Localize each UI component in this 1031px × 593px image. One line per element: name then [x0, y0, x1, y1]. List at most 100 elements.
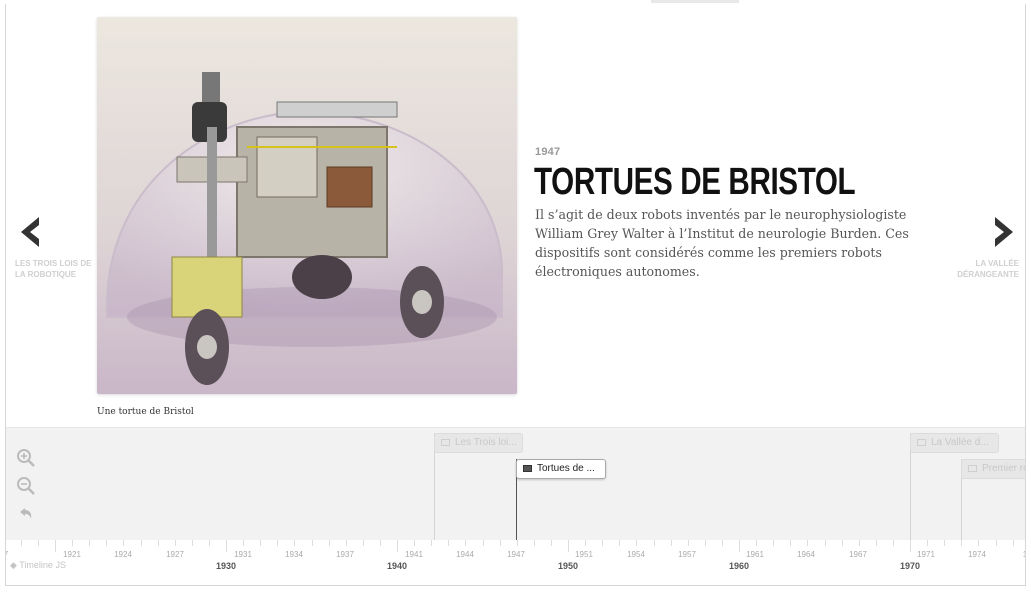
axis-tick [1012, 540, 1014, 546]
slide-caption: Une tortue de Bristol [97, 407, 194, 417]
axis-minor-label: 1954 [627, 550, 645, 559]
axis-minor-label: 1971 [917, 550, 935, 559]
axis-tick [140, 540, 142, 546]
axis-tick [721, 540, 723, 546]
axis-tick [858, 540, 860, 546]
axis-tick [961, 540, 963, 546]
axis-tick [20, 540, 22, 546]
slide-title: TORTUES DE BRISTOL [534, 161, 856, 203]
nav-next-label-line1: LA VALLÉE [975, 259, 1019, 268]
zoom-in-icon [17, 449, 35, 467]
axis-tick [653, 540, 655, 546]
axis-tick [208, 540, 210, 546]
axis-tick [790, 540, 792, 546]
axis-tick [516, 540, 518, 546]
axis-tick [55, 540, 56, 552]
zoom-in-button[interactable] [16, 448, 36, 468]
axis-tick [807, 540, 809, 546]
axis-tick [704, 540, 706, 546]
axis-tick [550, 540, 552, 546]
axis-major-label: 1930 [215, 561, 237, 571]
axis-tick [157, 540, 159, 546]
marker-flag-trois-lois[interactable]: Les Trois loi... [434, 433, 523, 453]
axis-tick [226, 540, 227, 552]
axis-minor-label: 1921 [63, 550, 81, 559]
axis-minor-label: 1974 [968, 550, 986, 559]
timeline-embed: Une tortue de Bristol 1947 TORTUES DE BR… [5, 4, 1026, 586]
axis-tick [773, 540, 775, 546]
nav-previous-button[interactable]: LES TROIS LOIS DE LA ROBOTIQUE [15, 216, 95, 280]
axis-tick [944, 540, 946, 546]
axis-tick [995, 540, 997, 546]
chevron-right-icon [939, 216, 1019, 250]
axis-minor-label: 1944 [456, 550, 474, 559]
axis-tick [670, 540, 672, 546]
slide-image [97, 17, 517, 394]
marker-flag-tortues[interactable]: Tortues de ... [516, 459, 606, 479]
axis-major-label: 1970 [899, 561, 921, 571]
axis-tick [243, 540, 245, 546]
axis-tick [636, 540, 638, 546]
zoom-out-icon [17, 477, 35, 495]
slide-date: 1947 [535, 146, 561, 158]
axis-tick [568, 540, 569, 552]
axis-tick [123, 540, 125, 546]
axis-tick [448, 540, 450, 546]
axis-tick [260, 540, 262, 546]
axis-tick [533, 540, 535, 546]
axis-tick [841, 540, 843, 546]
axis-tick [397, 540, 398, 552]
browser-tab-indicator [651, 0, 739, 3]
axis-tick [927, 540, 929, 546]
marker-flag-vallee[interactable]: La Vallée d... [910, 433, 999, 453]
credit-label: Timeline JS [19, 560, 66, 570]
axis-tick [191, 540, 193, 546]
axis-minor-label: 1931 [234, 550, 252, 559]
axis-minor-label: 1957 [678, 550, 696, 559]
marker-label: Tortues de ... [537, 463, 595, 474]
axis-minor-label: 1 [1023, 550, 1025, 559]
image-icon [441, 439, 450, 446]
axis-tick [37, 540, 39, 546]
image-icon [917, 439, 926, 446]
nav-previous-label-line1: LES TROIS LOIS DE [15, 259, 92, 268]
timelinejs-credit[interactable]: ◆ Timeline JS [10, 560, 66, 571]
timeline-logo-icon: ◆ [10, 560, 17, 570]
nav-next-label: LA VALLÉE DÉRANGEANTE [939, 258, 1019, 280]
axis-tick [602, 540, 604, 546]
marker-label: La Vallée d... [931, 437, 989, 448]
axis-tick [345, 540, 347, 546]
image-icon [968, 465, 977, 472]
axis-tick [379, 540, 381, 546]
axis-tick [687, 540, 689, 546]
axis-tick [910, 540, 911, 552]
axis-tick [362, 540, 364, 546]
axis-tick [892, 540, 894, 546]
axis-minor-label: 1964 [797, 550, 815, 559]
axis-minor-label: 1924 [114, 550, 132, 559]
axis-tick [978, 540, 980, 546]
zoom-out-button[interactable] [16, 476, 36, 496]
axis-minor-label: 7 [6, 550, 8, 559]
axis-tick [482, 540, 484, 546]
nav-next-button[interactable]: LA VALLÉE DÉRANGEANTE [939, 216, 1019, 280]
axis-tick [328, 540, 330, 546]
axis-tick [89, 540, 91, 546]
axis-tick [311, 540, 313, 546]
marker-flag-premier[interactable]: Premier ro [961, 459, 1026, 479]
marker-label: Les Trois loi... [455, 437, 517, 448]
axis-minor-label: 1961 [746, 550, 764, 559]
marker-label: Premier ro [982, 463, 1026, 474]
axis-major-label: 1960 [728, 561, 750, 571]
axis-tick [585, 540, 587, 546]
axis-minor-label: 1947 [507, 550, 525, 559]
axis-tick [465, 540, 467, 546]
axis-tick [294, 540, 296, 546]
robot-photo-illustration [97, 17, 517, 394]
back-to-start-button[interactable] [16, 504, 36, 524]
axis-tick [824, 540, 826, 546]
nav-next-label-line2: DÉRANGEANTE [957, 270, 1019, 279]
image-icon [523, 465, 532, 472]
axis-tick [619, 540, 621, 546]
axis-tick [875, 540, 877, 546]
